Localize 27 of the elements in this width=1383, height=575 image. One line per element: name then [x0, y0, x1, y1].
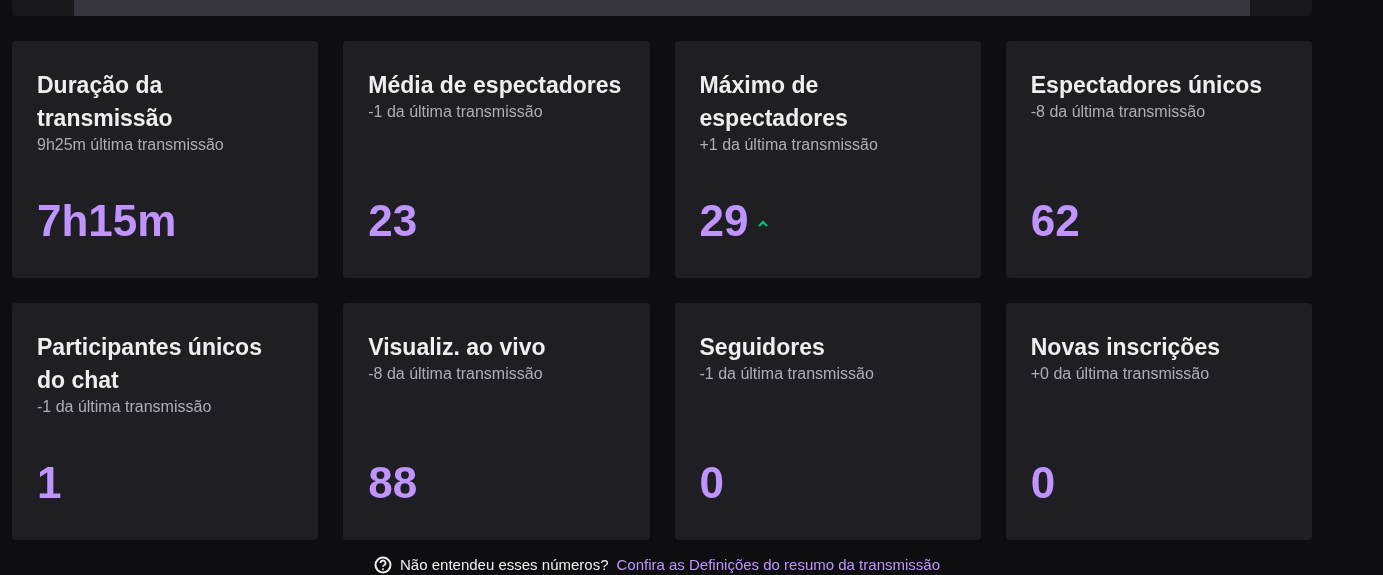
stat-comparison: -1 da última transmissão — [699, 364, 875, 384]
stat-title: Duração da transmissão — [37, 71, 174, 133]
stat-title: Visualiz. ao vivo — [368, 333, 547, 362]
stat-value: 23 — [368, 196, 418, 246]
stat-title: Participantes únicos do chat — [37, 333, 263, 395]
stat-comparison: -8 da última transmissão — [368, 364, 544, 384]
help-icon — [374, 556, 392, 575]
stat-title: Máximo de espectadores — [699, 71, 849, 133]
stat-value: 1 — [37, 458, 62, 508]
stat-comparison: +1 da última transmissão — [699, 135, 879, 155]
stat-title: Média de espectadores — [368, 71, 623, 100]
stat-comparison: +0 da última transmissão — [1030, 364, 1211, 384]
stat-value: 0 — [699, 458, 724, 508]
stat-title: Novas inscrições — [1030, 333, 1221, 362]
stat-value: 29 — [699, 196, 749, 246]
stat-comparison: -1 da última transmissão — [368, 102, 544, 122]
stat-comparison: -1 da última transmissão — [37, 397, 213, 417]
stat-comparison: 9h25m última transmissão — [37, 135, 225, 155]
stat-value: 7h15m — [37, 196, 177, 246]
definitions-link[interactable]: Confira as Definições do resumo da transmissão — [616, 554, 940, 575]
stat-title: Seguidores — [699, 333, 826, 362]
stat-value: 62 — [1030, 196, 1080, 246]
help-text: Não entendeu esses números? — [400, 555, 609, 575]
stat-value: 88 — [368, 458, 418, 508]
stat-comparison: -8 da última transmissão — [1030, 102, 1207, 122]
stat-value: 0 — [1030, 458, 1056, 508]
stat-title: Espectadores únicos — [1030, 71, 1264, 100]
